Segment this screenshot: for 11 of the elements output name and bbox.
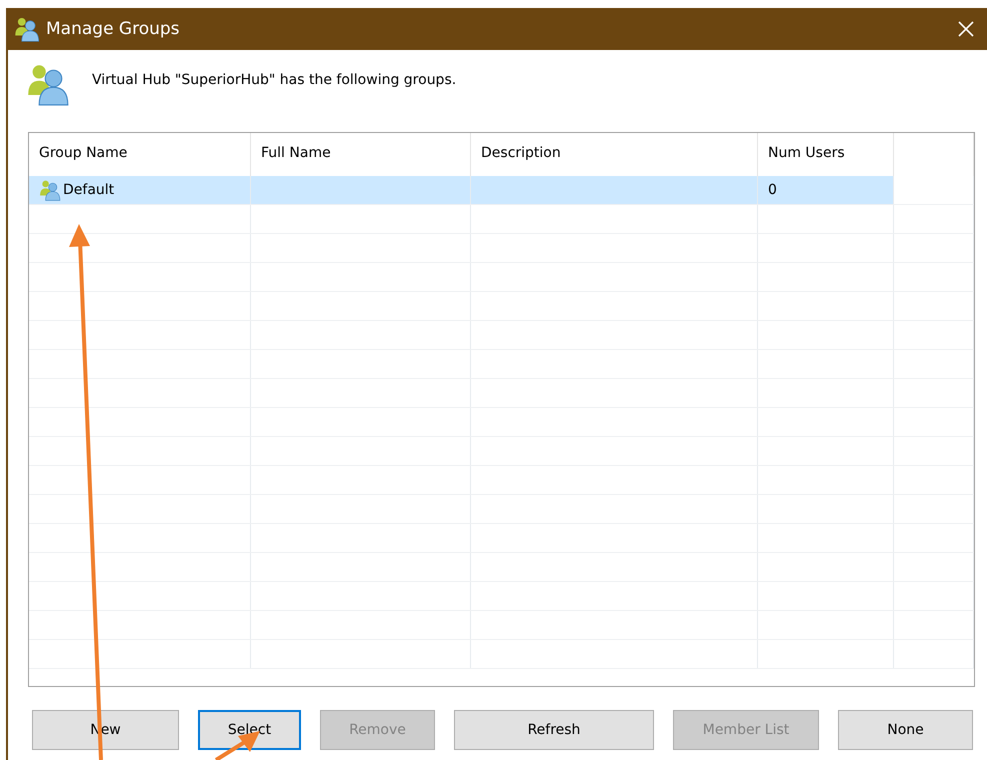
message-text: Virtual Hub "SuperiorHub" has the following groups. [92, 71, 456, 90]
table-cell: 0 [768, 182, 777, 198]
table-row[interactable]: Default 0 [29, 176, 974, 205]
action-button[interactable]: None [838, 710, 973, 750]
close-icon [958, 21, 974, 37]
action-button[interactable]: Select [198, 710, 301, 750]
table-cell: Default [63, 182, 114, 198]
users-icon [14, 16, 40, 42]
action-button[interactable]: Refresh [454, 710, 654, 750]
group-icon [39, 179, 61, 201]
window-title: Manage Groups [46, 19, 181, 39]
